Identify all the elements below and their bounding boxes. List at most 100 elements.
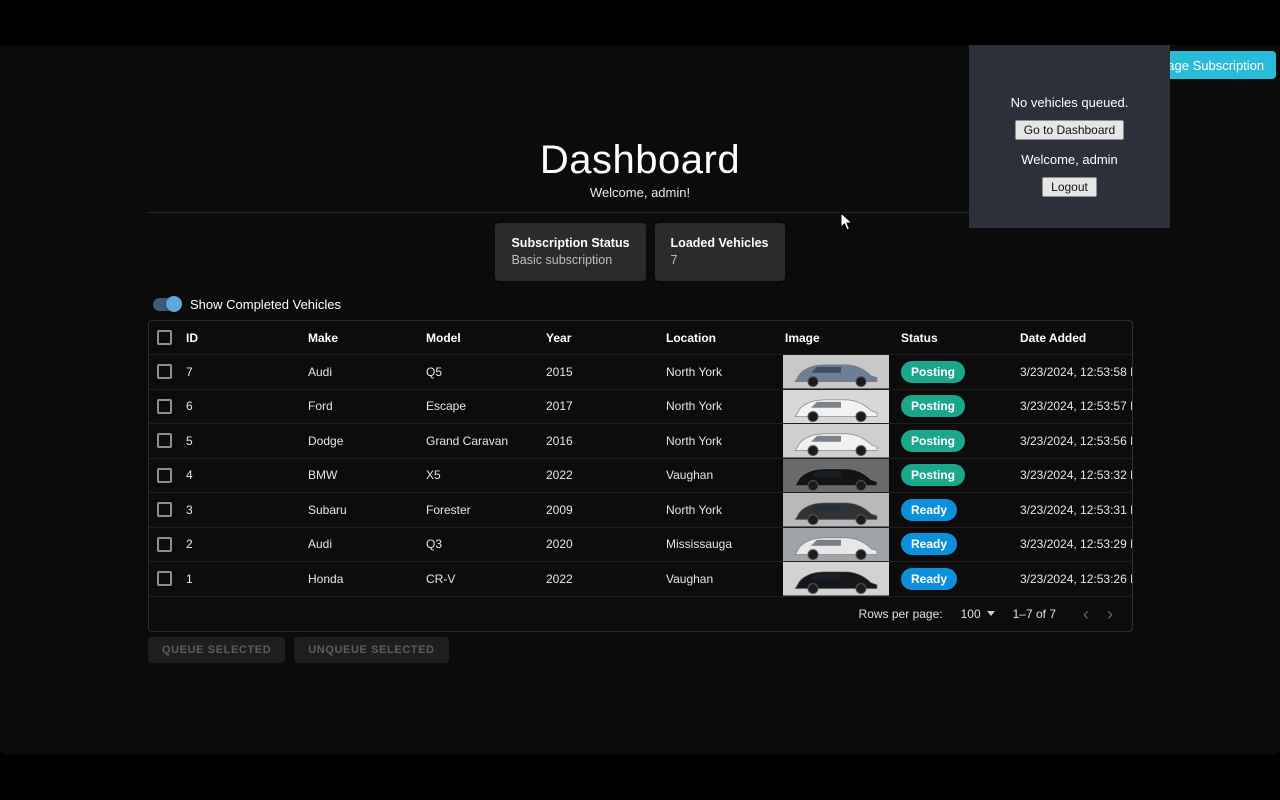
cell-id: 3: [186, 502, 193, 517]
card-title: Subscription Status: [511, 236, 630, 250]
column-header-make: Make: [308, 330, 339, 345]
cell-year: 2016: [546, 433, 573, 448]
cell-date-added: 3/23/2024, 12:53:32 PM: [1020, 468, 1132, 483]
row-checkbox[interactable]: [157, 433, 172, 449]
cell-id: 6: [186, 399, 193, 414]
card-value: 7: [670, 253, 678, 267]
cell-location: North York: [666, 399, 723, 414]
status-badge: Posting: [901, 395, 965, 418]
cell-location: Mississauga: [666, 537, 733, 552]
welcome-admin-text: Welcome, admin: [1021, 152, 1118, 167]
cell-make: BMW: [308, 468, 338, 483]
cell-date-added: 3/23/2024, 12:53:29 PM: [1020, 537, 1132, 552]
cell-model: Escape: [426, 399, 467, 414]
screen: Dashboard Welcome, admin! Subscription S…: [0, 0, 1280, 800]
table-row: 5 Dodge Grand Caravan 2016 North York Po…: [149, 423, 1132, 458]
show-completed-toggle-row: Show Completed Vehicles: [153, 294, 341, 314]
row-checkbox[interactable]: [157, 571, 172, 587]
cell-model: Q5: [426, 364, 443, 379]
row-checkbox[interactable]: [157, 398, 172, 414]
column-header-id: ID: [186, 330, 198, 345]
cell-make: Ford: [308, 399, 333, 414]
vehicle-image: [783, 458, 889, 492]
vehicle-image: [783, 355, 889, 389]
chevron-down-icon: [986, 611, 995, 616]
vehicle-image: [783, 527, 889, 561]
row-checkbox[interactable]: [157, 502, 172, 518]
toggle-label: Show Completed Vehicles: [190, 296, 342, 312]
cell-year: 2009: [546, 502, 573, 517]
table-header-row: ID Make Model Year Location Image Status…: [149, 321, 1132, 354]
cell-model: Forester: [426, 502, 471, 517]
next-page-button[interactable]: ›: [1098, 605, 1122, 623]
info-cards: Subscription Status Basic subscription L…: [0, 223, 1280, 281]
rows-per-page-label: Rows per page:: [858, 606, 943, 621]
queue-selected-button[interactable]: QUEUE SELECTED: [148, 637, 286, 663]
loaded-vehicles-card: Loaded Vehicles 7: [654, 223, 785, 281]
column-header-status: Status: [901, 330, 938, 345]
cell-make: Honda: [308, 571, 344, 586]
go-to-dashboard-button[interactable]: Go to Dashboard: [1014, 120, 1125, 140]
column-header-year: Year: [546, 330, 572, 345]
previous-page-button[interactable]: ‹: [1074, 605, 1098, 623]
cell-location: North York: [666, 433, 723, 448]
cell-model: Q3: [426, 537, 443, 552]
show-completed-switch[interactable]: [153, 296, 182, 312]
cell-year: 2020: [546, 537, 573, 552]
cell-model: Grand Caravan: [426, 433, 509, 448]
card-title: Loaded Vehicles: [670, 236, 769, 250]
row-checkbox[interactable]: [157, 467, 172, 483]
select-all-checkbox[interactable]: [157, 330, 172, 345]
cell-year: 2017: [546, 399, 573, 414]
cell-make: Subaru: [308, 502, 347, 517]
vehicle-image: [783, 493, 889, 527]
cell-location: North York: [666, 364, 723, 379]
cell-model: X5: [426, 468, 441, 483]
cell-id: 7: [186, 364, 193, 379]
cell-year: 2022: [546, 571, 573, 586]
status-badge: Ready: [901, 498, 958, 521]
queue-status-panel: No vehicles queued. Go to Dashboard Welc…: [969, 45, 1170, 228]
table-row: 1 Honda CR-V 2022 Vaughan Ready 3/23/202…: [149, 561, 1132, 596]
table-row: 3 Subaru Forester 2009 North York Ready …: [149, 492, 1132, 527]
bulk-actions: QUEUE SELECTED UNQUEUE SELECTED: [148, 637, 449, 663]
cell-location: Vaughan: [666, 468, 714, 483]
cell-make: Audi: [308, 364, 333, 379]
cell-id: 1: [186, 571, 193, 586]
row-checkbox[interactable]: [157, 536, 172, 552]
cell-make: Audi: [308, 537, 333, 552]
table-row: 2 Audi Q3 2020 Mississauga Ready 3/23/20…: [149, 526, 1132, 561]
cell-date-added: 3/23/2024, 12:53:26 PM: [1020, 571, 1132, 586]
cell-year: 2022: [546, 468, 573, 483]
table-row: 4 BMW X5 2022 Vaughan Posting 3/23/2024,…: [149, 457, 1132, 492]
subscription-status-card: Subscription Status Basic subscription: [495, 223, 646, 281]
status-badge: Ready: [901, 567, 958, 590]
cell-location: Vaughan: [666, 571, 714, 586]
queue-message: No vehicles queued.: [1010, 95, 1129, 110]
logout-button[interactable]: Logout: [1042, 177, 1097, 197]
switch-thumb-icon: [166, 296, 182, 312]
status-badge: Ready: [901, 533, 958, 556]
table-pagination: Rows per page: 100 1–7 of 7 ‹ ›: [149, 595, 1132, 631]
column-header-image: Image: [785, 330, 820, 345]
cell-date-added: 3/23/2024, 12:53:58 PM: [1020, 364, 1132, 379]
status-badge: Posting: [901, 464, 965, 487]
vehicle-image: [783, 424, 889, 458]
column-header-date-added: Date Added: [1020, 330, 1087, 345]
rows-per-page-select[interactable]: 100: [961, 607, 995, 621]
row-checkbox[interactable]: [157, 364, 172, 380]
vehicle-image: [783, 562, 889, 596]
table-row: 6 Ford Escape 2017 North York Posting 3/…: [149, 388, 1132, 423]
unqueue-selected-button[interactable]: UNQUEUE SELECTED: [294, 637, 449, 663]
cell-id: 4: [186, 468, 193, 483]
cell-date-added: 3/23/2024, 12:53:56 PM: [1020, 433, 1132, 448]
cell-date-added: 3/23/2024, 12:53:57 PM: [1020, 399, 1132, 414]
cell-date-added: 3/23/2024, 12:53:31 PM: [1020, 502, 1132, 517]
cell-make: Dodge: [308, 433, 344, 448]
vehicle-image: [783, 389, 889, 423]
card-value: Basic subscription: [511, 253, 613, 267]
vehicles-table: ID Make Model Year Location Image Status…: [148, 320, 1133, 632]
column-header-model: Model: [426, 330, 461, 345]
cell-id: 2: [186, 537, 193, 552]
cell-id: 5: [186, 433, 193, 448]
